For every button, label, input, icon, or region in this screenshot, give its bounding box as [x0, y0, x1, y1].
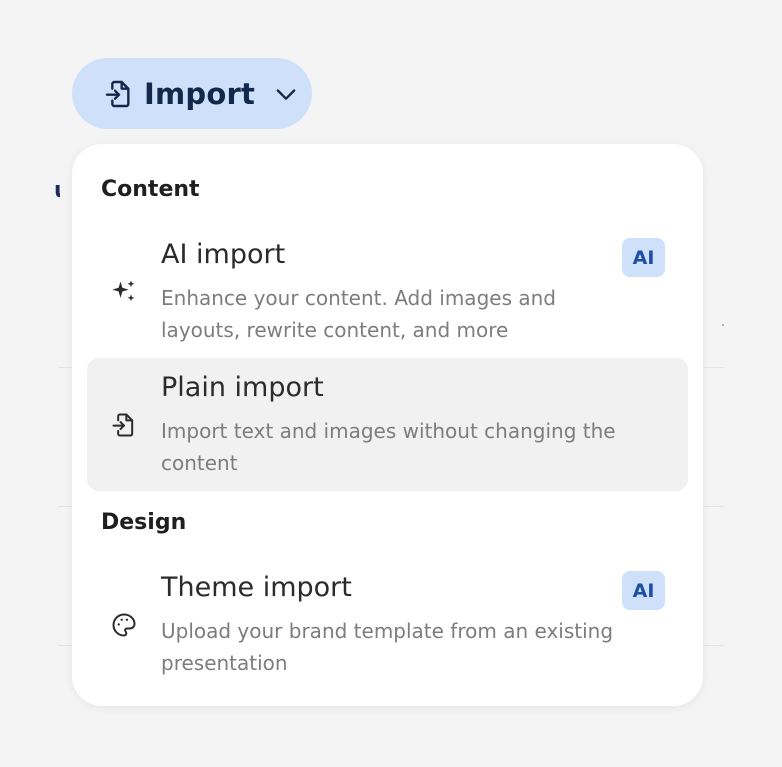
background-dot: [722, 324, 724, 326]
menu-item-description: Enhance your content. Add images and lay…: [161, 286, 556, 342]
file-import-icon: [102, 77, 136, 111]
menu-item-title: Plain import: [161, 372, 324, 403]
menu-item-theme-import[interactable]: Theme import Upload your brand template …: [87, 558, 688, 691]
menu-item-ai-import[interactable]: AI import Enhance your content. Add imag…: [87, 225, 688, 358]
ai-badge: AI: [622, 571, 665, 610]
import-dropdown-menu: Content AI import Enhance your content. …: [72, 144, 703, 706]
background-text-fragment: u: [54, 178, 60, 203]
menu-item-description: Upload your brand template from an exist…: [161, 619, 614, 675]
chevron-down-icon: [271, 79, 301, 109]
ai-badge: AI: [622, 238, 665, 277]
menu-item-title: Theme import: [161, 572, 352, 603]
menu-item-description: Import text and images without changing …: [161, 419, 616, 475]
menu-item-title: AI import: [161, 239, 286, 270]
file-import-icon: [109, 410, 139, 440]
sparkles-icon: [109, 277, 139, 307]
section-title-content: Content: [101, 177, 200, 202]
menu-item-plain-import[interactable]: Plain import Import text and images with…: [87, 358, 688, 491]
import-button-label: Import: [144, 76, 256, 111]
section-title-design: Design: [101, 510, 187, 535]
import-button[interactable]: Import: [72, 58, 312, 129]
palette-icon: [109, 610, 139, 640]
